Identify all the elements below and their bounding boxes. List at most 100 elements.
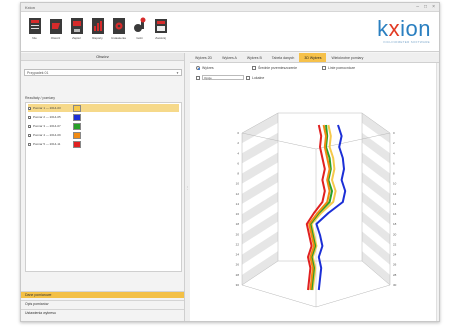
tab-multi-measurements[interactable]: Wielokrotne pomiary xyxy=(326,53,368,62)
box-edge xyxy=(241,132,317,150)
series-3-swatch xyxy=(73,122,81,130)
depth-tick-label-left: 2 xyxy=(237,141,239,145)
series-item-3[interactable]: ✓ Pomiar 3 — 2014-07 xyxy=(28,122,179,130)
mean-displacement-label: Średnie przemieszczenie xyxy=(258,66,298,70)
right-panel: Wykres 2D Wykres A Wykres B Tabela danyc… xyxy=(190,53,439,321)
open-button[interactable]: Otwórz xyxy=(46,17,65,40)
chart-3d-area[interactable]: 0 0 2 2 4 4 6 6 8 8 10 10 12 12 14 14 16 16 18 18 20 20 22 22 24… xyxy=(190,85,440,321)
depth-tick-label-left: 18 xyxy=(236,222,240,226)
accordion-measurement-description[interactable]: Opis pomiarów xyxy=(21,300,184,307)
depth-tick-label-left: 24 xyxy=(236,253,240,257)
window-title: Kxion xyxy=(25,4,36,10)
splitter-grip-icon: ⋮ xyxy=(185,184,190,190)
depth-tick-label-right: 8 xyxy=(393,172,395,176)
report-icon xyxy=(91,18,104,34)
series-item-4[interactable]: ✓ Pomiar 4 — 2014-09 xyxy=(28,131,179,139)
tab-3d-chart[interactable]: 3D Wykres xyxy=(299,53,327,62)
series-1-name: Pomiar 1 — 2014-03 xyxy=(33,106,61,110)
tab-data-table[interactable]: Tabela danych xyxy=(267,53,300,62)
local-label: Lokalne xyxy=(252,75,265,80)
depth-tick-label-right: 4 xyxy=(393,151,395,155)
series-item-2[interactable]: ✓ Pomiar 2 — 2014-05 xyxy=(28,113,179,121)
tab-chart-a[interactable]: Wykres A xyxy=(217,53,242,62)
depth-tick-label-left: 30 xyxy=(236,283,240,287)
close-app-button-label: Zamknij xyxy=(155,36,166,40)
open-file-icon xyxy=(49,19,62,34)
save-file-icon xyxy=(70,18,83,34)
main-body: Otwórz Przypadek 01 ▼ Rezultaty / pomiar… xyxy=(21,53,439,321)
kxion-logo: kxion INCLINOMETER SOFTWARE xyxy=(377,18,431,45)
chart-radio[interactable] xyxy=(196,66,200,70)
chart-options: Wykres Średnie przemieszczenie Linie pom… xyxy=(196,66,433,84)
depth-tick-label-left: 4 xyxy=(237,151,239,155)
tab-chart-b[interactable]: Wykres B xyxy=(242,53,267,62)
chevron-down-icon: ▼ xyxy=(176,70,179,75)
depth-tick-label-right: 2 xyxy=(393,141,395,145)
local-checkbox[interactable] xyxy=(246,75,250,80)
vertical-scrollbar[interactable] xyxy=(436,63,439,321)
depth-tick-label-right: 20 xyxy=(393,232,397,236)
series-1-swatch xyxy=(73,104,81,112)
new-file-icon xyxy=(28,18,41,34)
accordion-measurement-data[interactable]: Dane pomiarowe xyxy=(21,291,184,298)
option-guide-lines[interactable]: Linie pomocnicze xyxy=(322,66,355,70)
guide-lines-label: Linie pomocnicze xyxy=(328,66,356,70)
series-4-name: Pomiar 4 — 2014-09 xyxy=(33,133,61,137)
series-item-1[interactable]: ✓ Pomiar 1 — 2014-03 xyxy=(28,104,179,112)
new-button[interactable]: Nie xyxy=(25,17,44,40)
depth-tick-label-left: 22 xyxy=(236,242,240,246)
depth-tick-label-left: 12 xyxy=(236,192,240,196)
main-toolbar: Nie Otwórz Zapisz Raporty Ustawienia Gob… xyxy=(21,12,439,52)
series-1-checkbox[interactable]: ✓ xyxy=(28,106,32,110)
case-select[interactable]: Przypadek 01 ▼ xyxy=(24,69,182,76)
depth-tick-label-left: 0 xyxy=(237,131,239,135)
chart-radio-label: Wykres xyxy=(202,66,214,70)
accordion-chart-settings[interactable]: Ustawienia wykresu xyxy=(21,309,184,316)
option-mean-displacement[interactable]: Średnie przemieszczenie xyxy=(252,66,297,70)
new-button-label: Nie xyxy=(32,36,37,40)
maximize-button[interactable]: □ xyxy=(424,4,427,10)
depth-tick-label-right: 6 xyxy=(393,161,395,165)
series-item-5[interactable]: Pomiar 5 — 2014-11 xyxy=(28,140,179,148)
mean-displacement-checkbox[interactable] xyxy=(252,66,256,70)
logo-wordmark: kxion xyxy=(377,18,431,40)
reports-button[interactable]: Raporty xyxy=(88,17,107,40)
depth-tick-label-right: 22 xyxy=(393,242,397,246)
option-select-row: Opcje Lokalne xyxy=(196,75,264,80)
depth-tick-label-right: 30 xyxy=(393,283,397,287)
save-button[interactable]: Zapisz xyxy=(67,17,86,40)
series-4-checkbox[interactable]: ✓ xyxy=(28,133,32,137)
chart-tabs: Wykres 2D Wykres A Wykres B Tabela danyc… xyxy=(190,53,439,63)
close-button[interactable]: × xyxy=(432,4,435,10)
series-2-checkbox[interactable]: ✓ xyxy=(28,115,32,119)
tab-2d-chart[interactable]: Wykres 2D xyxy=(190,53,217,62)
left-panel-header: Otwórz xyxy=(21,53,184,61)
option-chart[interactable]: Wykres xyxy=(196,66,214,70)
left-panel: Otwórz Przypadek 01 ▼ Rezultaty / pomiar… xyxy=(21,53,185,321)
series-3-name: Pomiar 3 — 2014-07 xyxy=(33,124,61,128)
depth-tick-label-right: 18 xyxy=(393,222,397,226)
depth-tick-label-left: 20 xyxy=(236,232,240,236)
settings-button-label: Ustawienia xyxy=(111,36,126,40)
depth-tick-label-left: 6 xyxy=(237,161,239,165)
series-3-checkbox[interactable]: ✓ xyxy=(28,124,32,128)
chart-3d-svg[interactable]: 0 02 24 46 68 810 1012 1214 1416 1618 1820 2022 2224… xyxy=(190,85,440,321)
depth-tick-label-left: 10 xyxy=(236,182,240,186)
options-checkbox[interactable] xyxy=(196,75,200,80)
close-window-icon xyxy=(154,19,167,33)
guide-lines-checkbox[interactable] xyxy=(322,66,326,70)
options-select[interactable]: Opcje xyxy=(202,75,244,80)
settings-button[interactable]: Ustawienia xyxy=(109,17,128,40)
save-button-label: Zapisz xyxy=(72,36,81,40)
window-controls: – □ × xyxy=(416,4,435,10)
series-list: ✓ Pomiar 1 — 2014-03 ✓ Pomiar 2 — 2014-0… xyxy=(25,102,182,272)
depth-tick-label-right: 28 xyxy=(393,273,397,277)
close-app-button[interactable]: Zamknij xyxy=(151,17,170,40)
app-window: Kxion – □ × Nie Otwórz Zapisz Raporty Us… xyxy=(20,2,440,322)
series-5-checkbox[interactable] xyxy=(28,142,31,146)
open-button-label: Otwórz xyxy=(50,36,61,40)
depth-tick-label-left: 28 xyxy=(236,273,240,277)
minimize-button[interactable]: – xyxy=(416,4,419,10)
sensor-button[interactable]: Gobi xyxy=(130,17,149,40)
box-edge xyxy=(315,284,391,308)
